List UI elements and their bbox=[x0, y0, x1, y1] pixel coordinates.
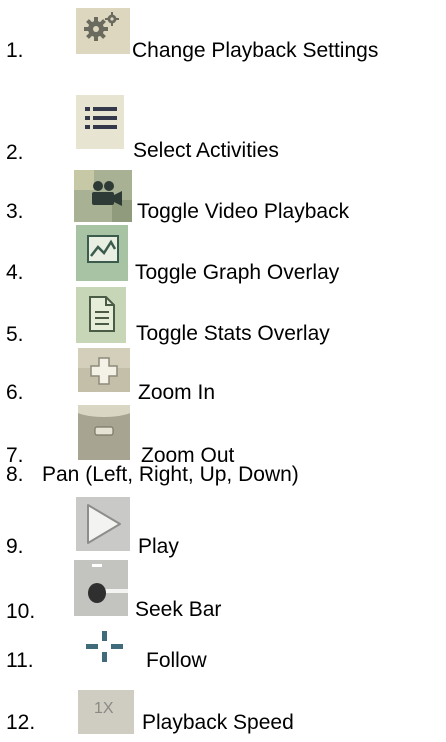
item-label: Follow bbox=[146, 649, 207, 672]
item-label: Change Playback Settings bbox=[132, 39, 379, 62]
item-label: Zoom In bbox=[138, 381, 216, 404]
item-number: 4. bbox=[6, 261, 24, 284]
zoom-out-icon bbox=[78, 405, 130, 460]
item-label: Play bbox=[138, 535, 179, 558]
item-number: 11. bbox=[6, 649, 34, 672]
item-number: 2. bbox=[6, 141, 24, 164]
item-number: 3. bbox=[6, 200, 24, 223]
list-icon bbox=[76, 95, 124, 149]
item-label: Select Activities bbox=[133, 139, 279, 162]
item-label: Pan (Left, Right, Up, Down) bbox=[42, 463, 299, 486]
item-label: Playback Speed bbox=[142, 711, 294, 734]
item-label: Seek Bar bbox=[135, 598, 222, 621]
legend-item-playback-speed: 12. 1X Playback Speed bbox=[0, 676, 446, 734]
play-icon bbox=[76, 497, 130, 551]
item-number: 1. bbox=[6, 39, 24, 62]
item-label: Toggle Graph Overlay bbox=[135, 261, 340, 284]
item-number: 6. bbox=[6, 381, 24, 404]
seek-bar-icon bbox=[74, 560, 128, 616]
legend-item-video-playback: 3. Toggle Video Playback bbox=[0, 165, 446, 223]
item-label: Toggle Stats Overlay bbox=[136, 322, 330, 345]
item-number: 8. bbox=[6, 463, 24, 486]
legend-item-stats-overlay: 5. Toggle Stats Overlay bbox=[0, 287, 446, 346]
zoom-in-icon bbox=[78, 348, 130, 392]
video-camera-icon bbox=[74, 170, 132, 222]
document-icon bbox=[76, 287, 126, 343]
legend-item-seek-bar: 10. Seek Bar bbox=[0, 560, 446, 623]
graph-icon bbox=[76, 225, 128, 281]
item-number: 9. bbox=[6, 535, 24, 558]
item-number: 12. bbox=[6, 711, 36, 734]
legend-item-graph-overlay: 4. Toggle Graph Overlay bbox=[0, 225, 446, 284]
legend-item-playback-settings: 1. Change Playback Settings bbox=[0, 0, 446, 62]
speed-icon: 1X bbox=[78, 690, 134, 734]
crosshair-icon bbox=[80, 628, 128, 664]
item-number: 5. bbox=[6, 323, 24, 346]
legend-item-zoom-in: 6. Zoom In bbox=[0, 348, 446, 404]
legend-item-play: 9. Play bbox=[0, 493, 446, 558]
gear-icon bbox=[76, 8, 130, 54]
item-label: Toggle Video Playback bbox=[137, 200, 350, 223]
legend-item-zoom-out: 7. Zoom Out bbox=[0, 405, 446, 467]
legend-item-follow: 11. Follow bbox=[0, 628, 446, 678]
speed-icon-label: 1X bbox=[94, 700, 114, 717]
legend-item-select-activities: 2. Select Activities bbox=[0, 95, 446, 164]
item-number: 10. bbox=[6, 600, 36, 623]
